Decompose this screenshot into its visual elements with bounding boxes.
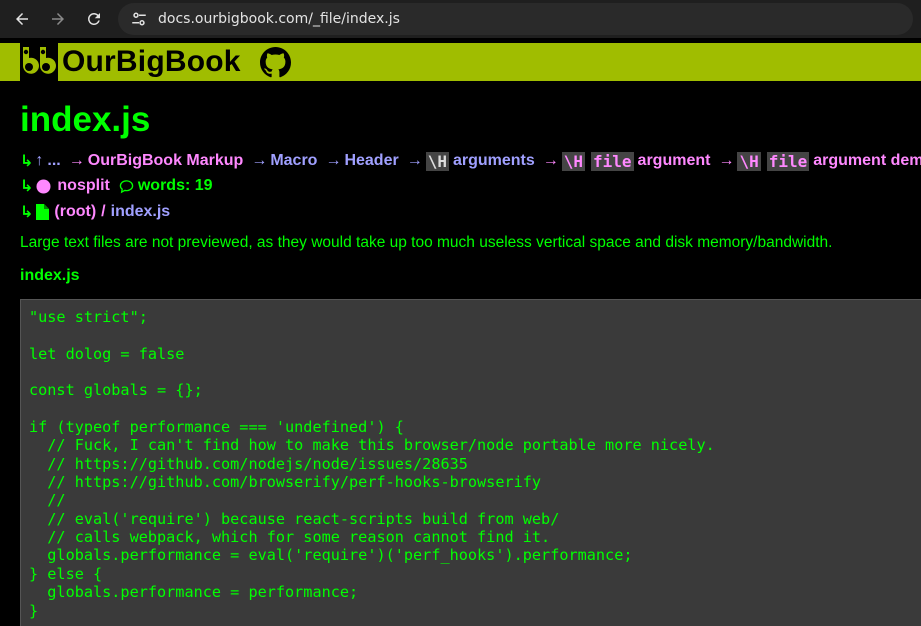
arrow-right-icon: → [251,152,268,169]
url-text: docs.ourbigbook.com/_file/index.js [158,11,400,27]
breadcrumb-code-h[interactable]: \H [425,151,449,171]
child-arrow-icon: ↳ [20,153,34,170]
breadcrumb-code-file[interactable]: file [591,151,634,171]
breadcrumb: ↳ ↑ ... → OurBigBook Markup → Macro → He… [20,150,921,172]
breadcrumb-item-file-argument-demo[interactable]: argument demo [813,152,921,170]
path-file-link[interactable]: index.js [111,203,171,221]
browser-toolbar: docs.ourbigbook.com/_file/index.js [0,0,921,38]
address-bar[interactable]: docs.ourbigbook.com/_file/index.js [118,3,913,35]
arrow-left-icon [16,13,28,25]
meta-row: ↳ nosplit words: 19 [20,175,213,197]
file-heading[interactable]: index.js [20,267,80,285]
ourbigbook-logo-icon[interactable] [20,43,58,81]
breadcrumb-code-h[interactable]: \H [737,151,761,171]
reload-button[interactable] [76,0,112,38]
breadcrumb-code-file[interactable]: file [766,151,810,171]
path-separator: / [101,203,106,220]
child-arrow-icon: ↳ [20,178,34,195]
arrow-right-icon: → [718,152,735,169]
arrow-right-icon [52,13,64,25]
comment-icon [119,179,134,193]
preview-note: Large text files are not previewed, as t… [20,234,833,251]
breadcrumb-code-h[interactable]: \H [561,151,586,171]
arrow-right-icon: → [406,152,423,169]
path-root-link[interactable]: (root) [54,203,96,221]
file-icon [36,204,50,220]
site-name[interactable]: OurBigBook [62,45,241,79]
breadcrumb-item-arguments[interactable]: arguments [453,152,535,170]
back-button[interactable] [4,0,40,38]
code-content: "use strict"; let dolog = false const gl… [29,308,715,620]
nosplit-dot-icon[interactable] [36,179,51,194]
arrow-right-icon: → [68,152,85,169]
breadcrumb-ellipsis[interactable]: ... [47,152,60,170]
github-icon[interactable] [259,46,291,78]
file-path-row: ↳ (root) / index.js [20,201,170,223]
reload-icon [87,12,100,25]
arrow-right-icon: → [542,152,559,169]
child-arrow-icon: ↳ [20,204,34,221]
word-count: words: 19 [137,177,213,194]
up-arrow-icon[interactable]: ↑ [35,152,43,170]
code-block: "use strict"; let dolog = false const gl… [20,299,921,626]
page-title: index.js [20,100,151,139]
site-info-icon[interactable] [130,10,148,28]
breadcrumb-item-ourbigbook-markup[interactable]: OurBigBook Markup [88,152,244,170]
nosplit-link[interactable]: nosplit [57,177,109,195]
forward-button[interactable] [40,0,76,38]
breadcrumb-item-file-argument[interactable]: argument [638,152,711,170]
arrow-right-icon: → [325,152,342,169]
breadcrumb-item-header[interactable]: Header [344,152,398,170]
breadcrumb-item-macro[interactable]: Macro [270,152,317,170]
site-header: OurBigBook [0,43,921,81]
